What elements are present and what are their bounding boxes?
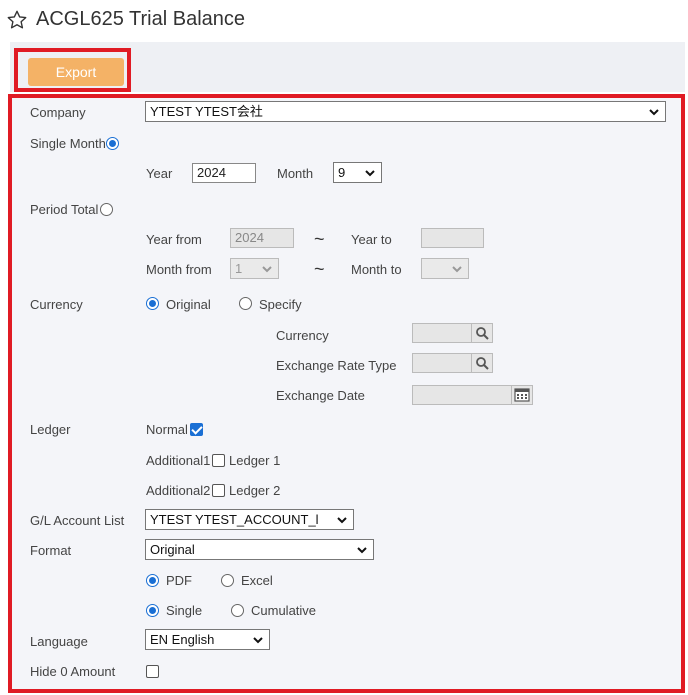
ledger2-checkbox[interactable] [212,484,225,497]
gl-account-list-select[interactable]: YTEST YTEST_ACCOUNT_l [145,509,354,530]
exchange-rate-type-search-button[interactable] [471,353,493,373]
format-excel-label: Excel [241,573,273,588]
exchange-date-label: Exchange Date [276,388,365,403]
additional2-label: Additional2 [146,483,211,498]
format-pdf-label: PDF [166,573,192,588]
month-to-label: Month to [351,262,402,277]
exchange-rate-type-label: Exchange Rate Type [276,358,397,373]
ledger1-checkbox[interactable] [212,454,225,467]
month-from-select[interactable]: 1 [230,258,279,279]
year-to-label: Year to [351,232,392,247]
exchange-date-input[interactable] [412,385,512,405]
chevron-down-icon [357,547,367,554]
ledger1-label: Ledger 1 [229,453,281,468]
language-select[interactable]: EN English [145,629,270,650]
ledger-normal-checkbox[interactable] [190,423,203,436]
single-month-label: Single Month [30,136,106,151]
currency-original-label: Original [166,297,211,312]
format-single-radio[interactable] [146,604,159,617]
range-separator: ~ [314,229,325,249]
year-from-label: Year from [146,232,202,247]
ledger-normal-label: Normal [146,422,188,437]
month-label: Month [277,166,314,181]
period-total-radio[interactable] [100,203,113,216]
search-icon [476,327,489,340]
company-label: Company [30,105,86,120]
company-select[interactable]: YTEST YTEST会社 [145,101,666,122]
format-label: Format [30,543,72,558]
month-value: 9 [338,165,346,180]
company-value: YTEST YTEST会社 [150,104,263,119]
ledger-label: Ledger [30,422,71,437]
format-excel-radio[interactable] [221,574,234,587]
currency-label: Currency [30,297,83,312]
year-input[interactable]: 2024 [192,163,256,183]
exchange-date-picker-button[interactable] [511,385,533,405]
chevron-down-icon [452,266,462,273]
currency-specify-radio[interactable] [239,297,252,310]
ledger2-label: Ledger 2 [229,483,281,498]
format-single-label: Single [166,603,203,618]
exchange-rate-type-input[interactable] [412,353,472,373]
gl-account-list-label: G/L Account List [30,513,125,528]
format-pdf-radio[interactable] [146,574,159,587]
star-icon[interactable] [6,9,28,31]
currency-specify-label: Specify [259,297,302,312]
search-icon [476,357,489,370]
chevron-down-icon [337,517,347,524]
language-value: EN English [150,632,215,647]
currency-field-label: Currency [276,328,329,343]
chevron-down-icon [365,170,375,177]
title-bar: ACGL625 Trial Balance [0,0,688,40]
month-select[interactable]: 9 [333,162,382,183]
range-separator: ~ [314,259,325,279]
month-to-select[interactable] [421,258,469,279]
month-from-label: Month from [146,262,212,277]
currency-input[interactable] [412,323,472,343]
chevron-down-icon [649,109,659,116]
gl-account-list-value: YTEST YTEST_ACCOUNT_l [150,512,319,527]
hide-zero-amount-checkbox[interactable] [146,665,159,678]
currency-search-button[interactable] [471,323,493,343]
language-label: Language [30,634,88,649]
single-month-radio[interactable] [106,137,119,150]
month-from-value: 1 [235,261,243,276]
format-select[interactable]: Original [145,539,374,560]
chevron-down-icon [262,266,272,273]
hide-zero-amount-label: Hide 0 Amount [30,664,116,679]
export-button[interactable]: Export [28,58,124,86]
year-to-input[interactable] [421,228,484,248]
page-title: ACGL625 Trial Balance [36,8,246,30]
format-cumulative-label: Cumulative [251,603,317,618]
calendar-icon [514,388,530,402]
additional1-label: Additional1 [146,453,211,468]
format-cumulative-radio[interactable] [231,604,244,617]
year-from-input[interactable]: 2024 [230,228,294,248]
currency-original-radio[interactable] [146,297,159,310]
year-label: Year [146,166,173,181]
format-value: Original [150,542,195,557]
chevron-down-icon [253,637,263,644]
period-total-label: Period Total [30,202,99,217]
